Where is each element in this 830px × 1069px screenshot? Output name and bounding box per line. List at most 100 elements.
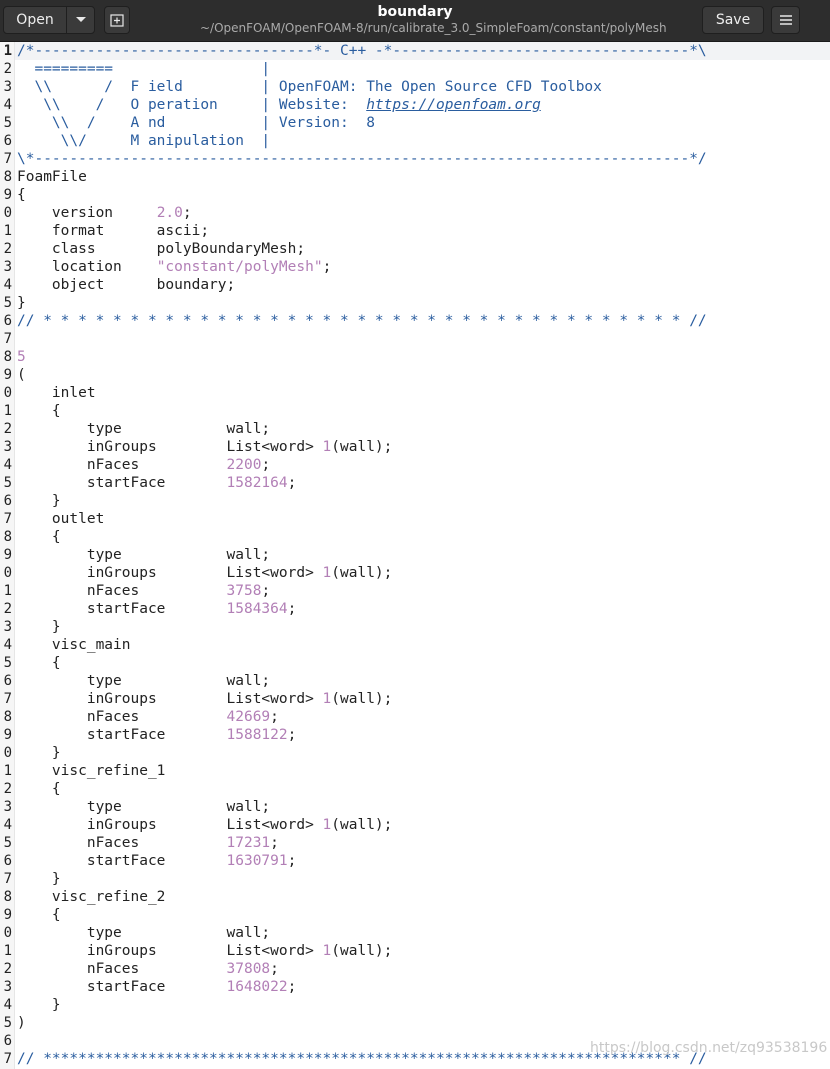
code-line[interactable]: inGroups List<word> 1(wall); (17, 438, 393, 456)
code-line[interactable]: type wall; (17, 924, 270, 942)
code-line[interactable]: } (17, 996, 61, 1014)
code-token: startFace (17, 601, 227, 617)
line-number: 9 (3, 727, 12, 743)
code-line[interactable]: \*--------------------------------------… (17, 150, 707, 168)
code-line[interactable]: startFace 1582164; (17, 474, 297, 492)
line-number: 7 (3, 871, 12, 887)
code-token: ; (287, 475, 297, 491)
code-line[interactable]: nFaces 2200; (17, 456, 270, 474)
code-link[interactable]: https://openfoam.org (366, 97, 541, 113)
code-line[interactable]: startFace 1588122; (17, 726, 297, 744)
code-line[interactable]: ( (17, 366, 26, 384)
code-token: ; (182, 205, 192, 221)
code-line[interactable]: \\/ M anipulation | (17, 132, 271, 150)
code-line[interactable]: ========= | (17, 60, 270, 78)
code-line[interactable]: { (17, 528, 61, 546)
code-token: inGroups List<word> (17, 565, 323, 581)
new-tab-button[interactable] (104, 6, 130, 34)
code-line[interactable]: nFaces 3758; (17, 582, 270, 600)
code-token: 37808 (226, 961, 271, 977)
code-token: 5 (17, 349, 26, 365)
line-number: 9 (3, 187, 12, 203)
code-line[interactable]: \\ / F ield | OpenFOAM: The Open Source … (17, 78, 601, 96)
line-number: 2 (3, 961, 12, 977)
code-line[interactable]: { (17, 906, 61, 924)
line-number: 3 (3, 619, 12, 635)
line-number: 8 (3, 709, 12, 725)
window-title: boundary (377, 4, 453, 20)
code-token: format ascii; (17, 223, 210, 239)
line-number: 1 (3, 403, 12, 419)
code-line[interactable]: startFace 1648022; (17, 978, 297, 996)
code-line[interactable]: type wall; (17, 798, 270, 816)
code-line[interactable]: type wall; (17, 546, 270, 564)
code-token: 1588122 (226, 727, 288, 743)
code-line[interactable]: location "constant/polyMesh"; (17, 258, 331, 276)
code-line[interactable]: visc_refine_1 (17, 762, 166, 780)
text-editor[interactable]: 1 2 3 4 5 6 7 8 9 0 1 2 3 4 5 6 7 8 9 0 1 2 3 4 5 6 7 8 9 0 1 2 3 4 5 6 7 8 9 0… (0, 42, 830, 1069)
code-token: visc_main (17, 637, 131, 653)
line-number: 5 (3, 1015, 12, 1031)
code-line[interactable]: FoamFile (17, 168, 87, 186)
code-token: (wall); (331, 565, 393, 581)
code-token: startFace (17, 979, 227, 995)
code-line[interactable]: nFaces 42669; (17, 708, 279, 726)
code-line[interactable]: } (17, 870, 61, 888)
code-line[interactable]: type wall; (17, 420, 270, 438)
code-token: } (17, 997, 61, 1013)
code-line[interactable]: } (17, 618, 61, 636)
code-line[interactable]: inGroups List<word> 1(wall); (17, 816, 393, 834)
code-line[interactable]: nFaces 17231; (17, 834, 279, 852)
close-icon[interactable] (810, 10, 830, 30)
open-menu-button[interactable] (66, 6, 95, 34)
open-button[interactable]: Open (3, 6, 67, 34)
code-line[interactable]: inGroups List<word> 1(wall); (17, 942, 393, 960)
code-token: } (17, 619, 61, 635)
code-token: 2.0 (156, 205, 183, 221)
code-line[interactable]: \\ / O peration | Website: https://openf… (17, 96, 541, 114)
code-token: ; (322, 259, 332, 275)
code-token: 3758 (226, 583, 262, 599)
code-line[interactable]: nFaces 37808; (17, 960, 279, 978)
code-line[interactable]: startFace 1584364; (17, 600, 297, 618)
code-token: inGroups List<word> (17, 439, 323, 455)
line-number: 8 (3, 529, 12, 545)
code-line[interactable]: version 2.0; (17, 204, 192, 222)
line-number: 4 (3, 997, 12, 1013)
code-token: ; (287, 853, 297, 869)
code-line[interactable]: } (17, 294, 26, 312)
code-line[interactable]: { (17, 402, 61, 420)
menu-button[interactable] (771, 6, 800, 34)
code-token: (wall); (331, 439, 393, 455)
code-line[interactable]: type wall; (17, 672, 270, 690)
line-number: 3 (3, 79, 12, 95)
code-token: { (17, 529, 61, 545)
code-line[interactable]: } (17, 744, 61, 762)
code-line[interactable]: startFace 1630791; (17, 852, 297, 870)
code-line[interactable]: visc_refine_2 (17, 888, 166, 906)
code-token: 1648022 (226, 979, 288, 995)
code-line[interactable]: { (17, 186, 26, 204)
code-line[interactable]: format ascii; (17, 222, 209, 240)
code-line[interactable]: object boundary; (17, 276, 235, 294)
code-line[interactable]: { (17, 654, 61, 672)
code-line[interactable]: ) (17, 1014, 26, 1032)
code-token: { (17, 907, 61, 923)
line-number: 3 (3, 979, 12, 995)
code-line[interactable]: \\ / A nd | Version: 8 (17, 114, 375, 132)
code-line[interactable]: } (17, 492, 61, 510)
code-line[interactable]: inGroups List<word> 1(wall); (17, 690, 393, 708)
code-line[interactable]: // * * * * * * * * * * * * * * * * * * *… (17, 312, 707, 330)
code-token: nFaces (17, 583, 227, 599)
code-line[interactable]: 5 (17, 348, 26, 366)
code-line[interactable]: outlet (17, 510, 104, 528)
code-line[interactable]: class polyBoundaryMesh; (17, 240, 305, 258)
code-line[interactable]: inGroups List<word> 1(wall); (17, 564, 393, 582)
code-line[interactable]: visc_main (17, 636, 131, 654)
code-token: \\/ M anipulation | (17, 133, 271, 149)
code-line[interactable]: inlet (17, 384, 96, 402)
save-button[interactable]: Save (702, 6, 764, 34)
line-number: 5 (3, 295, 12, 311)
code-line[interactable]: /*--------------------------------*- C++… (17, 42, 707, 60)
code-line[interactable]: { (17, 780, 61, 798)
